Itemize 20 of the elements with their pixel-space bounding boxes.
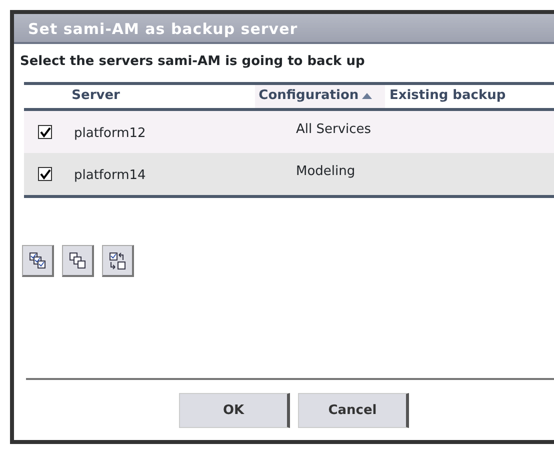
window-title: Set sami-AM as backup server [14,14,554,44]
table-cell-text: platform12 [73,124,147,143]
table-cell-text: Modeling [295,162,356,180]
checkbox[interactable] [38,166,52,180]
sort-icon [360,92,373,100]
table-cell-text: platform14 [73,166,147,185]
table-cell-text: All Services [295,120,372,138]
toolbar-button[interactable] [22,244,54,276]
column-header[interactable]: Existing backup [385,84,554,108]
instruction-text: Select the servers sami-AM is going to back up [19,53,366,71]
toolbar-button[interactable] [62,244,94,276]
toolbar-button[interactable] [102,244,134,276]
select-all-icon [28,250,47,270]
column-header[interactable]: Configuration [254,84,386,108]
column-header[interactable]: Server [68,84,255,108]
invert-selection-icon [108,250,127,270]
cancel-button[interactable]: Cancel [298,393,409,428]
clear-all-icon [68,250,87,270]
checkbox[interactable] [38,124,52,138]
ok-button[interactable]: OK [179,393,290,428]
